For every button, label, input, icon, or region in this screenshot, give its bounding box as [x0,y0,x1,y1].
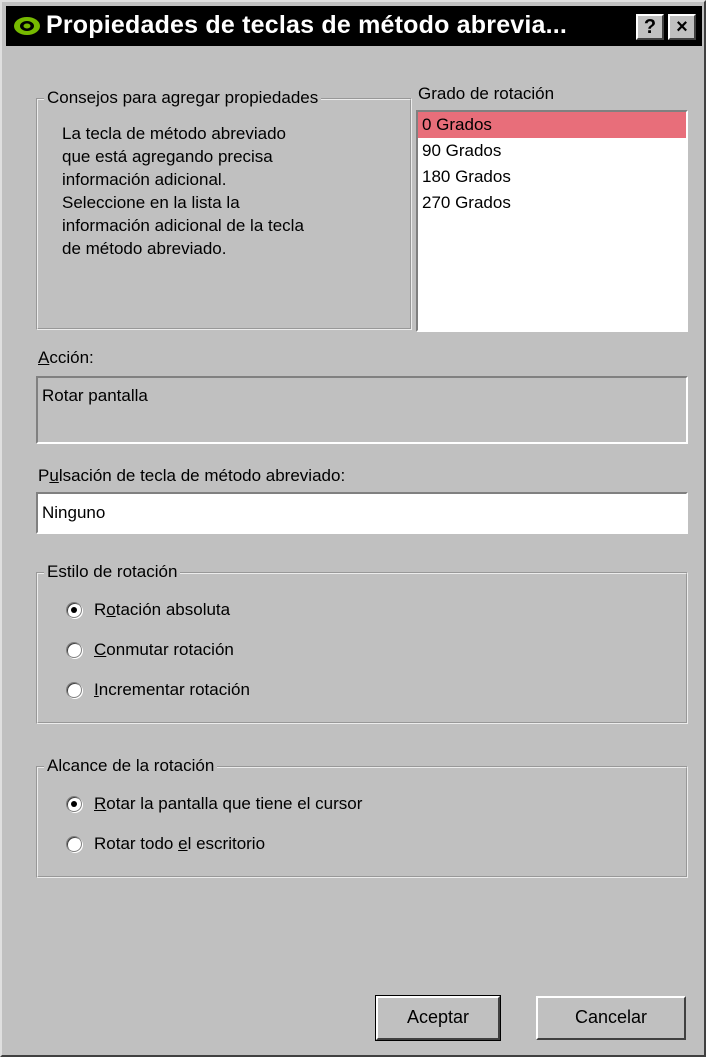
radio-button[interactable] [66,682,82,698]
radio-label: Incrementar rotación [94,680,250,699]
hotkey-label: Pulsación de tecla de método abreviado: [38,466,345,486]
tips-line: información adicional. [62,170,227,189]
hotkey-input[interactable]: Ninguno [36,492,688,534]
action-field: Rotar pantalla [36,376,688,444]
hotkey-value: Ninguno [42,503,106,522]
rotation-style-legend: Estilo de rotación [44,562,181,582]
radio-label: Conmutar rotación [94,640,234,659]
radio-button[interactable] [66,602,82,618]
cancel-button[interactable]: Cancelar [536,996,686,1040]
window-title: Propiedades de teclas de método abrevia.… [46,11,568,39]
action-value: Rotar pantalla [42,386,148,405]
tips-line: La tecla de método abreviado [62,124,286,143]
help-button[interactable]: ? [636,14,664,40]
rotation-scope-legend: Alcance de la rotación [44,756,218,776]
rotation-scope-groupbox: Alcance de la rotación Rotar la pantalla… [36,756,688,878]
action-label: Acción: [38,348,94,368]
hotkey-label-a: P [38,466,50,485]
radio-rotate-cursor-screen[interactable]: Rotar la pantalla que tiene el cursor [66,792,362,816]
rotation-option-0[interactable]: 0 Grados [418,112,686,138]
radio-increment-rotation[interactable]: Incrementar rotación [66,678,250,702]
title-bar[interactable]: Propiedades de teclas de método abrevia.… [6,6,702,46]
rotation-style-groupbox: Estilo de rotación Rotación absoluta Con… [36,562,688,724]
rotation-degree-label: Grado de rotación [418,84,555,103]
tips-line: de método abreviado. [62,239,227,258]
radio-label: Rotar la pantalla que tiene el cursor [94,794,363,813]
tips-line: Seleccione en la lista la [62,193,240,212]
radio-rotate-desktop[interactable]: Rotar todo el escritorio [66,832,265,856]
properties-dialog: Propiedades de teclas de método abrevia.… [0,0,706,1057]
tips-legend: Consejos para agregar propiedades [44,88,322,108]
tips-line: información adicional de la tecla [62,216,304,235]
hotkey-label-accel: u [49,466,59,485]
radio-button[interactable] [66,836,82,852]
radio-label: Rotación absoluta [94,600,231,619]
rotation-degree-listbox[interactable]: 0 Grados 90 Grados 180 Grados 270 Grados [416,110,688,332]
accept-button[interactable]: Aceptar [375,995,501,1041]
close-button[interactable]: × [668,14,696,40]
rotation-option-90[interactable]: 90 Grados [418,138,686,164]
tips-line: que está agregando precisa [62,147,273,166]
rotation-option-270[interactable]: 270 Grados [418,190,686,216]
radio-toggle-rotation[interactable]: Conmutar rotación [66,638,234,662]
rotation-option-180[interactable]: 180 Grados [418,164,686,190]
radio-button[interactable] [66,796,82,812]
radio-absolute-rotation[interactable]: Rotación absoluta [66,598,230,622]
nvidia-logo-icon [14,17,40,35]
radio-button[interactable] [66,642,82,658]
hotkey-label-b: lsación de tecla de método abreviado: [58,466,346,485]
tips-text: La tecla de método abreviado que está ag… [62,122,304,260]
action-label-text: cción: [49,348,94,367]
tips-groupbox: Consejos para agregar propiedades La tec… [36,88,412,330]
radio-label: Rotar todo el escritorio [94,834,266,853]
action-label-accel: A [38,348,50,367]
